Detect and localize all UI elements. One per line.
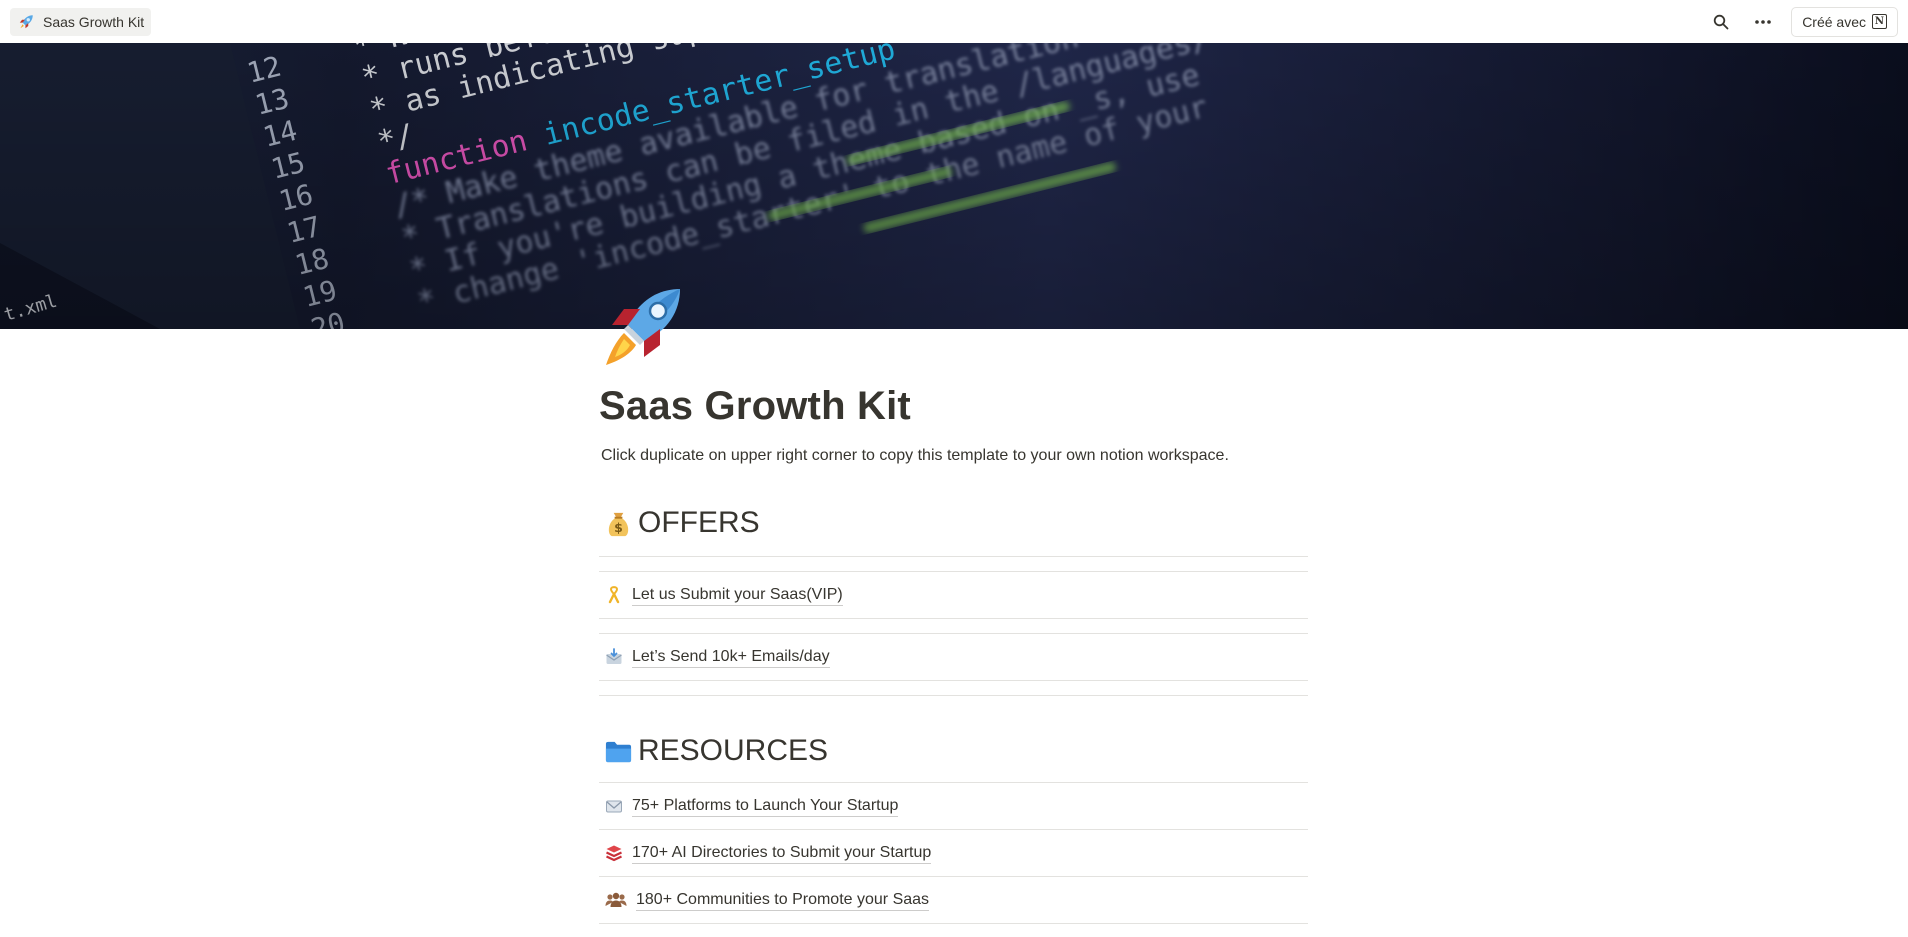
rocket-icon	[17, 13, 35, 31]
cover-image: 12* Note that13* runs before indicating …	[0, 43, 1908, 329]
divider	[599, 556, 1308, 557]
folder-icon	[604, 737, 633, 766]
topbar: Saas Growth Kit Créé avec N	[0, 0, 1908, 43]
resources-heading-label: RESOURCES	[638, 734, 829, 767]
resource-link-platforms[interactable]: 75+ Platforms to Launch Your Startup	[599, 783, 1308, 829]
made-with-label: Créé avec	[1802, 13, 1866, 30]
search-icon[interactable]	[1707, 8, 1735, 36]
offer-link-send-emails[interactable]: Let’s Send 10k+ Emails/day	[599, 634, 1308, 680]
divider	[599, 923, 1308, 924]
page-content: Saas Growth Kit Click duplicate on upper…	[599, 375, 1308, 924]
more-options-icon[interactable]	[1749, 8, 1777, 36]
resource-link-communities[interactable]: 180+ Communities to Promote your Saas	[599, 877, 1308, 923]
envelope-icon	[605, 797, 623, 815]
made-with-notion-button[interactable]: Créé avec N	[1791, 6, 1898, 37]
page-subtitle: Click duplicate on upper right corner to…	[601, 447, 1229, 464]
cover-code-illustration: 12* Note that13* runs before indicating …	[0, 43, 1908, 329]
resource-link-label: 170+ AI Directories to Submit your Start…	[632, 843, 932, 864]
stack-icon	[605, 844, 623, 862]
offers-heading: $ OFFERS	[599, 503, 1308, 543]
offer-link-submit-saas[interactable]: Let us Submit your Saas(VIP)	[599, 572, 1308, 618]
offers-heading-label: OFFERS	[638, 506, 760, 539]
breadcrumb-page[interactable]: Saas Growth Kit	[10, 7, 152, 36]
resource-link-label: 75+ Platforms to Launch Your Startup	[632, 796, 899, 817]
resource-link-label: 180+ Communities to Promote your Saas	[636, 890, 930, 911]
offer-link-label: Let us Submit your Saas(VIP)	[632, 585, 843, 606]
breadcrumb-label: Saas Growth Kit	[43, 13, 145, 30]
people-icon	[605, 891, 627, 909]
ribbon-icon	[605, 586, 623, 604]
resources-heading: RESOURCES	[599, 731, 1308, 771]
envelope-tray-icon	[605, 648, 623, 666]
topbar-actions: Créé avec N	[1707, 6, 1898, 37]
resource-link-ai-directories[interactable]: 170+ AI Directories to Submit your Start…	[599, 830, 1308, 876]
svg-text:$: $	[614, 520, 623, 535]
page-title: Saas Growth Kit	[599, 384, 911, 428]
divider	[599, 618, 1308, 619]
divider	[599, 695, 1308, 696]
money-bag-icon: $	[604, 509, 633, 538]
divider	[599, 680, 1308, 681]
notion-logo-icon: N	[1872, 14, 1887, 29]
page-rocket-icon[interactable]	[600, 285, 684, 369]
offer-link-label: Let’s Send 10k+ Emails/day	[632, 647, 830, 668]
